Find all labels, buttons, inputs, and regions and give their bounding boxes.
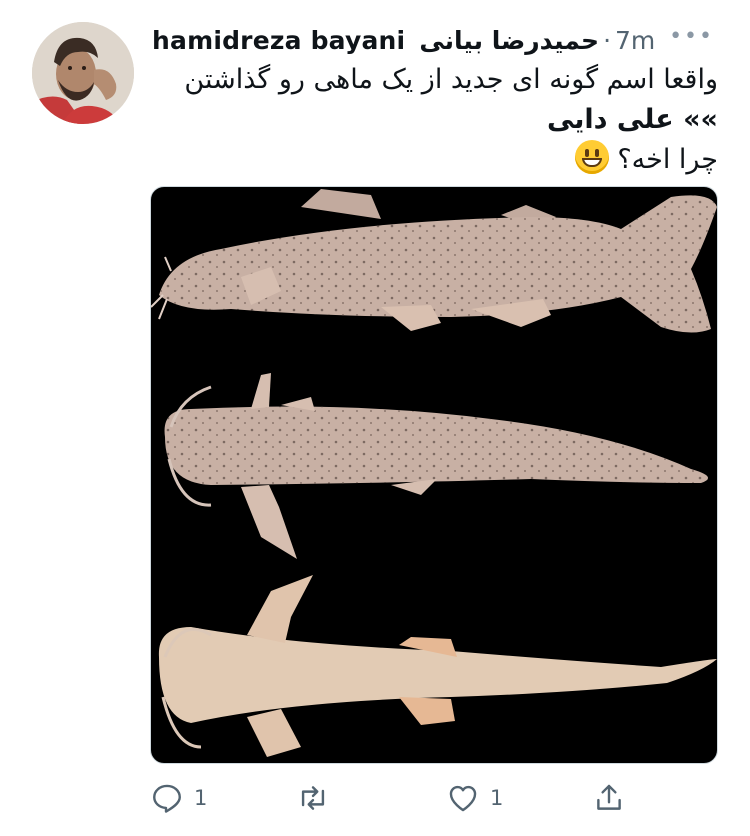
- fish-lateral-view: [151, 189, 717, 333]
- tweet-header: hamidreza bayani حمیدرضا بیانی · 7m •••: [152, 20, 730, 60]
- tweet-text-line: واقعا اسم گونه ای جدید از یک ماهی رو گذا…: [184, 64, 718, 95]
- like-button[interactable]: 1: [446, 776, 503, 820]
- fish-ventral-view: [158, 575, 717, 757]
- more-options-icon[interactable]: •••: [669, 24, 714, 49]
- tweet-text-line: »» علی دایی: [546, 104, 718, 135]
- tweet[interactable]: hamidreza bayani حمیدرضا بیانی · 7m ••• …: [0, 0, 750, 836]
- reply-button[interactable]: 1: [150, 776, 207, 820]
- avatar-photo: [32, 22, 134, 124]
- reply-count: 1: [194, 786, 208, 810]
- fish-dorsal-view: [164, 373, 709, 559]
- heart-icon: [449, 785, 477, 812]
- separator-dot: ·: [603, 25, 612, 55]
- catfish-illustration: [151, 189, 717, 757]
- share-icon: [597, 784, 621, 810]
- reply-icon: [153, 784, 181, 813]
- retweet-button[interactable]: [296, 776, 340, 820]
- avatar[interactable]: [32, 22, 134, 124]
- like-count: 1: [490, 786, 504, 810]
- timestamp[interactable]: 7m: [615, 26, 655, 55]
- author-display-name-fa[interactable]: حمیدرضا بیانی: [419, 26, 599, 55]
- share-button[interactable]: [592, 776, 626, 820]
- tweet-text-line-3: چرا اخه؟: [152, 140, 718, 180]
- tweet-media-image[interactable]: [150, 186, 718, 764]
- retweet-icon: [301, 786, 325, 810]
- author-display-name[interactable]: hamidreza bayani: [152, 26, 405, 55]
- tweet-text-line: چرا اخه؟: [617, 144, 718, 175]
- tweet-actions: 1 1: [150, 776, 670, 820]
- grinning-face-emoji: [574, 140, 609, 174]
- tweet-text: واقعا اسم گونه ای جدید از یک ماهی رو گذا…: [152, 60, 718, 180]
